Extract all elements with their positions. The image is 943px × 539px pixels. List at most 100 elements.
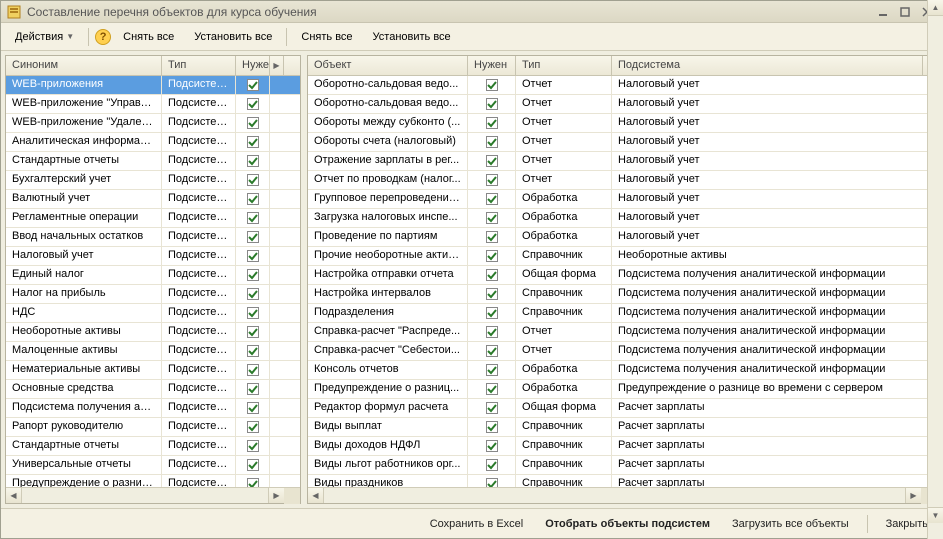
select-subsystems-button[interactable]: Отобрать объекты подсистем: [539, 514, 716, 534]
table-row[interactable]: Стандартные отчетыПодсистема: [6, 152, 300, 171]
table-row[interactable]: Виды доходов НДФЛСправочникРасчет зарпла…: [308, 437, 937, 456]
col-nav[interactable]: ▶: [270, 56, 284, 75]
scroll-left-icon[interactable]: ◀: [308, 488, 324, 503]
table-row[interactable]: Аналитическая информацияПодсистема: [6, 133, 300, 152]
table-row[interactable]: Предупреждение о разниц...Подсистема: [6, 475, 300, 487]
checkbox[interactable]: [236, 456, 270, 474]
table-row[interactable]: Групповое перепроведение...ОбработкаНало…: [308, 190, 937, 209]
h-scrollbar[interactable]: ◀ ▶: [6, 487, 300, 503]
col-type[interactable]: Тип: [162, 56, 236, 75]
table-row[interactable]: WEB-приложение "Управл...Подсистема: [6, 95, 300, 114]
table-row[interactable]: НДСПодсистема: [6, 304, 300, 323]
table-row[interactable]: ПодразделенияСправочникПодсистема получе…: [308, 304, 937, 323]
col-object[interactable]: Объект: [308, 56, 468, 75]
checkbox[interactable]: [468, 133, 516, 151]
scroll-left-icon[interactable]: ◀: [6, 488, 22, 503]
load-all-objects-button[interactable]: Загрузить все объекты: [726, 514, 855, 534]
col-type[interactable]: Тип: [516, 56, 612, 75]
table-row[interactable]: Настройка интерваловСправочникПодсистема…: [308, 285, 937, 304]
table-row[interactable]: Виды праздниковСправочникРасчет зарплаты: [308, 475, 937, 487]
checkbox[interactable]: [468, 209, 516, 227]
table-row[interactable]: Проведение по партиямОбработкаНалоговый …: [308, 228, 937, 247]
checkbox[interactable]: [236, 437, 270, 455]
table-row[interactable]: Консоль отчетовОбработкаПодсистема получ…: [308, 361, 937, 380]
table-row[interactable]: Редактор формул расчетаОбщая формаРасчет…: [308, 399, 937, 418]
checkbox[interactable]: [468, 285, 516, 303]
check-all-right-button[interactable]: Установить все: [365, 28, 459, 46]
table-row[interactable]: Рапорт руководителюПодсистема: [6, 418, 300, 437]
col-synonym[interactable]: Синоним: [6, 56, 162, 75]
checkbox[interactable]: [468, 399, 516, 417]
table-row[interactable]: Стандартные отчетыПодсистема: [6, 437, 300, 456]
table-row[interactable]: Универсальные отчетыПодсистема: [6, 456, 300, 475]
checkbox[interactable]: [468, 190, 516, 208]
help-icon[interactable]: ?: [95, 29, 111, 45]
checkbox[interactable]: [468, 418, 516, 436]
table-row[interactable]: Отчет по проводкам (налог...ОтчетНалогов…: [308, 171, 937, 190]
checkbox[interactable]: [236, 228, 270, 246]
checkbox[interactable]: [468, 152, 516, 170]
checkbox[interactable]: [236, 323, 270, 341]
checkbox[interactable]: [236, 304, 270, 322]
v-scrollbar[interactable]: ▲ ▼: [927, 0, 943, 539]
checkbox[interactable]: [468, 247, 516, 265]
table-row[interactable]: Обороты между субконто (...ОтчетНалоговы…: [308, 114, 937, 133]
table-row[interactable]: Налог на прибыльПодсистема: [6, 285, 300, 304]
checkbox[interactable]: [236, 190, 270, 208]
table-row[interactable]: Отражение зарплаты в рег...ОтчетНалоговы…: [308, 152, 937, 171]
checkbox[interactable]: [468, 437, 516, 455]
uncheck-all-right-button[interactable]: Снять все: [293, 28, 360, 46]
col-needed[interactable]: Нуже: [236, 56, 270, 75]
table-row[interactable]: Нематериальные активыПодсистема: [6, 361, 300, 380]
checkbox[interactable]: [236, 76, 270, 94]
checkbox[interactable]: [468, 171, 516, 189]
checkbox[interactable]: [236, 209, 270, 227]
uncheck-all-left-button[interactable]: Снять все: [115, 28, 182, 46]
scroll-up-icon[interactable]: ▲: [928, 0, 943, 16]
checkbox[interactable]: [468, 380, 516, 398]
table-row[interactable]: Подсистема получения ана...Подсистема: [6, 399, 300, 418]
checkbox[interactable]: [236, 418, 270, 436]
checkbox[interactable]: [468, 114, 516, 132]
table-row[interactable]: Виды выплатСправочникРасчет зарплаты: [308, 418, 937, 437]
maximize-button[interactable]: [896, 5, 914, 19]
minimize-button[interactable]: [874, 5, 892, 19]
table-row[interactable]: Оборотно-сальдовая ведо...ОтчетНалоговый…: [308, 76, 937, 95]
table-row[interactable]: Справка-расчет "Распреде...ОтчетПодсисте…: [308, 323, 937, 342]
checkbox[interactable]: [236, 285, 270, 303]
table-row[interactable]: Виды льгот работников орг...СправочникРа…: [308, 456, 937, 475]
close-button[interactable]: Закрыть: [880, 514, 934, 534]
table-row[interactable]: Бухгалтерский учетПодсистема: [6, 171, 300, 190]
table-row[interactable]: Валютный учетПодсистема: [6, 190, 300, 209]
checkbox[interactable]: [236, 266, 270, 284]
checkbox[interactable]: [468, 95, 516, 113]
checkbox[interactable]: [236, 114, 270, 132]
h-scrollbar[interactable]: ◀ ▶: [308, 487, 937, 503]
table-row[interactable]: Малоценные активыПодсистема: [6, 342, 300, 361]
table-row[interactable]: Ввод начальных остатковПодсистема: [6, 228, 300, 247]
table-row[interactable]: Предупреждение о разниц...ОбработкаПреду…: [308, 380, 937, 399]
scroll-down-icon[interactable]: ▼: [928, 507, 943, 523]
table-row[interactable]: Обороты счета (налоговый)ОтчетНалоговый …: [308, 133, 937, 152]
checkbox[interactable]: [468, 456, 516, 474]
actions-dropdown[interactable]: Действия▼: [7, 28, 82, 46]
checkbox[interactable]: [236, 247, 270, 265]
right-grid-body[interactable]: Оборотно-сальдовая ведо...ОтчетНалоговый…: [308, 76, 937, 487]
col-subsystem[interactable]: Подсистема: [612, 56, 923, 75]
col-needed[interactable]: Нужен: [468, 56, 516, 75]
check-all-left-button[interactable]: Установить все: [186, 28, 280, 46]
table-row[interactable]: Необоротные активыПодсистема: [6, 323, 300, 342]
scroll-right-icon[interactable]: ▶: [905, 488, 921, 503]
checkbox[interactable]: [236, 380, 270, 398]
checkbox[interactable]: [236, 95, 270, 113]
table-row[interactable]: WEB-приложение "Удален...Подсистема: [6, 114, 300, 133]
table-row[interactable]: Регламентные операцииПодсистема: [6, 209, 300, 228]
checkbox[interactable]: [236, 361, 270, 379]
checkbox[interactable]: [236, 133, 270, 151]
table-row[interactable]: Справка-расчет "Себестои...ОтчетПодсисте…: [308, 342, 937, 361]
checkbox[interactable]: [236, 342, 270, 360]
table-row[interactable]: Прочие необоротные активыСправочникНеобо…: [308, 247, 937, 266]
checkbox[interactable]: [468, 342, 516, 360]
checkbox[interactable]: [468, 361, 516, 379]
checkbox[interactable]: [236, 399, 270, 417]
